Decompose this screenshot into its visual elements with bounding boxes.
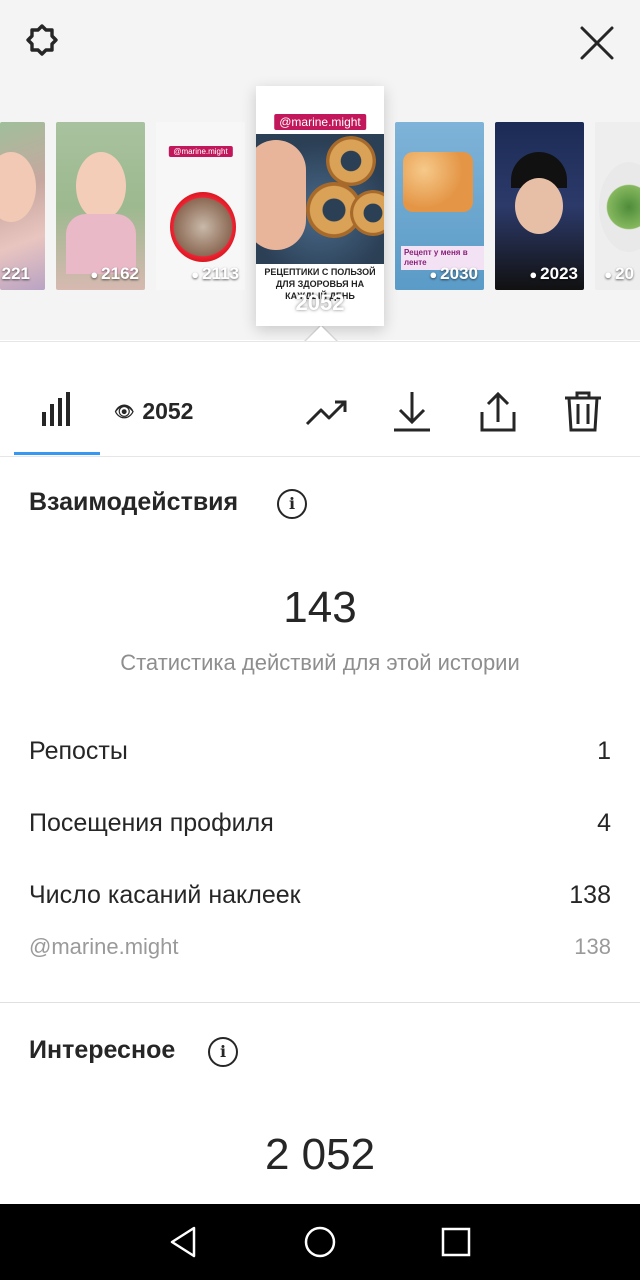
trash-icon[interactable] <box>561 390 605 434</box>
trending-up-icon[interactable] <box>305 390 349 434</box>
close-icon[interactable] <box>576 22 618 64</box>
recent-apps-icon[interactable] <box>438 1224 474 1260</box>
reposts-label: Репосты <box>29 737 128 765</box>
eye-icon: ● <box>429 266 438 282</box>
interactions-subtitle: Статистика действий для этой истории <box>120 650 520 675</box>
story-thumbnail[interactable]: 221 <box>0 122 45 290</box>
eye-icon: 👁 <box>114 403 135 421</box>
eye-icon: ● <box>604 266 613 282</box>
back-icon[interactable] <box>166 1224 202 1260</box>
stories-strip: 221 ● 2162 @marine.might ● 2113 @marine.mi… <box>0 0 640 341</box>
sticker-taps-label: Число касаний наклеек <box>29 881 301 909</box>
story-photo <box>256 134 384 264</box>
view-count: 221 <box>1 264 30 283</box>
story-thumbnail[interactable]: @marine.might ● 2113 <box>156 122 245 290</box>
insights-bar-chart-icon[interactable] <box>40 392 74 428</box>
share-icon[interactable] <box>476 390 520 434</box>
handle-badge: @marine.might <box>274 114 366 130</box>
view-count: ● 2162 <box>90 264 139 283</box>
reposts-value: 1 <box>597 737 611 765</box>
interactions-title: Взаимодействия <box>29 488 239 516</box>
profile-visits-label: Посещения профиля <box>29 809 274 837</box>
story-thumbnail[interactable]: Рецепт у меня в ленте ● 2030 <box>395 122 484 290</box>
eye-icon: ● <box>90 266 99 282</box>
info-icon[interactable]: i <box>208 1037 238 1067</box>
story-thumbnail[interactable]: ● 2162 <box>56 122 145 290</box>
system-navigation-bar <box>0 1204 640 1280</box>
discovery-total: 2 052 <box>264 1130 376 1179</box>
view-count: ● 2030 <box>429 264 478 283</box>
viewers-count-value: 2052 <box>142 398 194 424</box>
selection-caret <box>305 326 337 342</box>
info-icon[interactable]: i <box>277 489 307 519</box>
eye-icon: ● <box>529 266 538 282</box>
donut <box>350 190 384 236</box>
settings-gear-icon[interactable] <box>20 20 64 64</box>
mention-sticker-label: @marine.might <box>29 934 179 959</box>
section-divider <box>0 1002 640 1003</box>
story-thumbnail[interactable]: ● 2023 <box>495 122 584 290</box>
sticker-taps-value: 138 <box>569 881 611 909</box>
eye-icon: ● <box>191 266 200 282</box>
view-count: ● 20 <box>604 264 634 283</box>
selected-story[interactable]: @marine.might РЕЦЕПТИКИ С ПОЛЬЗОЙ ДЛЯ ЗД… <box>256 86 384 326</box>
view-count: ● 2023 <box>529 264 578 283</box>
story-view-count: 2052 <box>295 290 345 315</box>
handle-badge: @marine.might <box>168 146 233 157</box>
viewers-count[interactable]: 👁 2052 <box>114 398 193 425</box>
view-count: ● 2113 <box>191 264 239 283</box>
profile-visits-value: 4 <box>597 809 611 837</box>
interactions-total: 143 <box>283 583 357 632</box>
home-icon[interactable] <box>302 1224 338 1260</box>
discovery-title: Интересное <box>29 1036 176 1064</box>
mention-sticker-value: 138 <box>574 934 611 959</box>
download-icon[interactable] <box>390 390 434 434</box>
story-toolbar: 👁 2052 <box>0 341 640 457</box>
active-tab-indicator <box>14 452 100 455</box>
donut <box>326 136 376 186</box>
story-thumbnail[interactable]: ● 20 <box>595 122 640 290</box>
